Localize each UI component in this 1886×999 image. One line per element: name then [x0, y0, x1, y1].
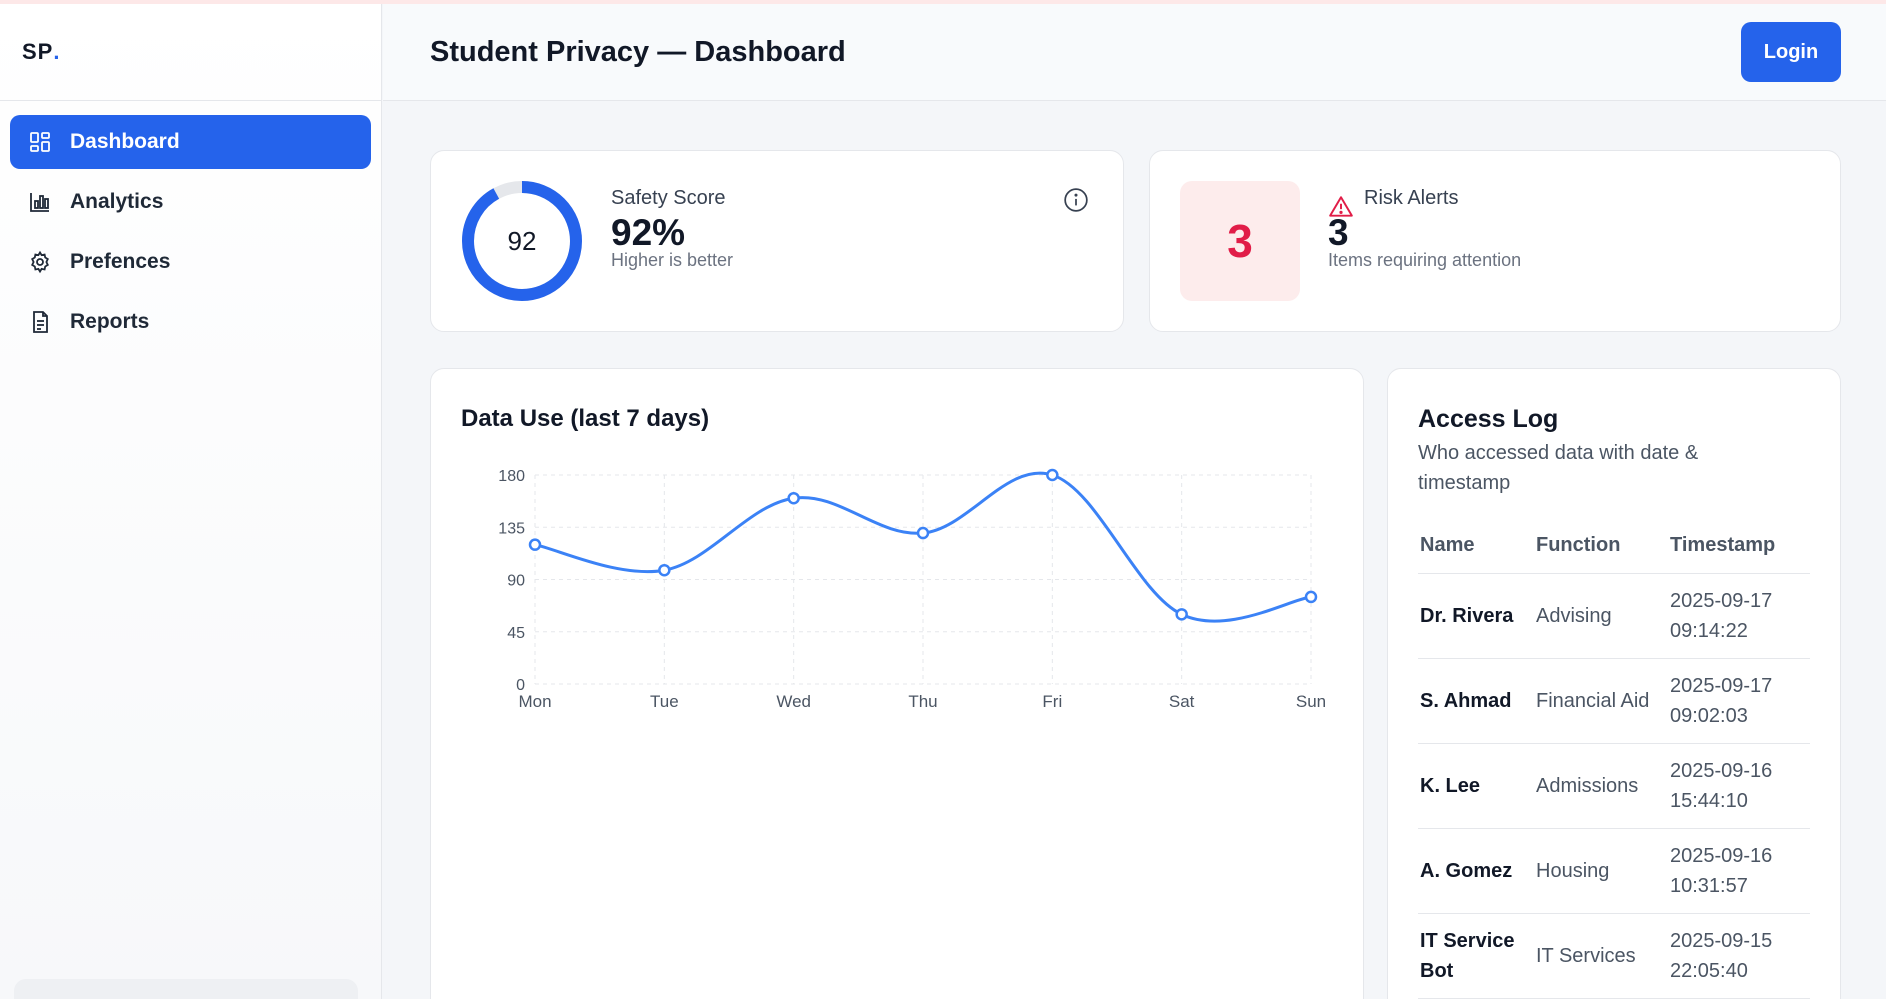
brand-logo[interactable]: SP.: [0, 4, 381, 101]
row-function: Financial Aid: [1534, 658, 1668, 744]
sidebar-item-label: Reports: [70, 310, 150, 333]
risk-alerts-count: 3: [1328, 212, 1349, 253]
brand-text: SP: [22, 39, 54, 64]
access-log-card: Access Log Who accessed data with date &…: [1387, 368, 1841, 999]
access-log-table: Name Function Timestamp Dr. Rivera Advis…: [1418, 519, 1810, 999]
safety-score-ring-value: 92: [507, 225, 537, 256]
row-function: Advising: [1534, 573, 1668, 659]
data-point: [658, 563, 671, 577]
page-header: Student Privacy — Dashboard Login: [383, 4, 1886, 101]
row-name: A. Gomez: [1418, 828, 1534, 914]
info-icon[interactable]: [1063, 187, 1089, 213]
access-log-subtitle: Who accessed data with date & timestamp: [1418, 442, 1699, 494]
x-tick-label: Sun: [1296, 692, 1326, 711]
sidebar-item-label: Prefences: [70, 250, 171, 273]
document-icon: [28, 310, 52, 334]
sidebar-nav: Dashboard Analytics Prefences Reports: [0, 101, 381, 349]
x-tick-label: Thu: [908, 692, 937, 711]
safety-score-percent: 92%: [611, 212, 686, 253]
row-name: Dr. Rivera: [1418, 573, 1534, 659]
data-point: [1175, 608, 1188, 621]
row-timestamp: 2025-09-17 09:14:22: [1668, 573, 1810, 659]
dashboard-grid-icon: [28, 130, 52, 154]
row-timestamp: 2025-09-16 10:31:57: [1668, 828, 1810, 914]
data-point: [1304, 590, 1318, 604]
page-title: Student Privacy — Dashboard: [430, 35, 846, 68]
row-name: S. Ahmad: [1418, 658, 1534, 744]
sidebar-footer: [14, 979, 358, 999]
brand-dot: .: [53, 39, 61, 64]
safety-score-card: 92 Safety Score 92% Higher is better: [430, 150, 1124, 332]
y-tick-label: 90: [507, 573, 525, 590]
x-tick-label: Mon: [518, 692, 551, 711]
table-row[interactable]: A. Gomez Housing 2025-09-16 10:31:57: [1418, 828, 1810, 914]
row-timestamp: 2025-09-16 15:44:10: [1668, 743, 1810, 829]
table-header-row: Name Function Timestamp: [1418, 519, 1810, 574]
row-function: Housing: [1534, 828, 1668, 914]
data-point: [787, 491, 800, 505]
y-tick-label: 180: [498, 468, 525, 485]
data-point: [916, 526, 930, 540]
row-function: IT Services: [1534, 913, 1668, 999]
sidebar-item-label: Dashboard: [70, 130, 180, 153]
row-name: K. Lee: [1418, 743, 1534, 829]
table-row[interactable]: Dr. Rivera Advising 2025-09-17 09:14:22: [1418, 573, 1810, 659]
row-name: IT Service Bot: [1418, 913, 1534, 999]
risk-alerts-label: Risk Alerts: [1364, 187, 1459, 209]
gear-icon: [28, 250, 52, 274]
sidebar: SP. Dashboard Analytics Prefences Report…: [0, 4, 382, 999]
row-timestamp: 2025-09-17 09:02:03: [1668, 658, 1810, 744]
risk-count-box: 3: [1180, 181, 1300, 301]
sidebar-item-reports[interactable]: Reports: [10, 295, 371, 349]
x-tick-label: Wed: [776, 692, 811, 711]
row-timestamp: 2025-09-15 22:05:40: [1668, 913, 1810, 999]
y-tick-label: 45: [507, 625, 525, 642]
column-header-function[interactable]: Function: [1534, 519, 1668, 574]
access-log-title: Access Log: [1418, 405, 1559, 433]
sidebar-item-analytics[interactable]: Analytics: [10, 175, 371, 229]
x-tick-label: Fri: [1042, 692, 1062, 711]
risk-alerts-card: 3 Risk Alerts 3 Items requiring attentio…: [1149, 150, 1841, 332]
safety-score-subtext: Higher is better: [611, 250, 734, 270]
data-use-chart-card: Data Use (last 7 days) 0 45 90 135 180 Mon Tue…: [430, 368, 1364, 999]
row-function: Admissions: [1534, 743, 1668, 829]
column-header-name[interactable]: Name: [1418, 519, 1534, 574]
x-tick-label: Tue: [650, 692, 679, 711]
data-point: [528, 538, 542, 551]
data-point: [1046, 468, 1059, 482]
column-header-timestamp[interactable]: Timestamp: [1668, 519, 1810, 574]
bar-chart-icon: [28, 190, 52, 214]
table-row[interactable]: K. Lee Admissions 2025-09-16 15:44:10: [1418, 743, 1810, 829]
safety-score-label: Safety Score: [611, 187, 726, 209]
sidebar-item-dashboard[interactable]: Dashboard: [10, 115, 371, 169]
table-row[interactable]: S. Ahmad Financial Aid 2025-09-17 09:02:…: [1418, 658, 1810, 744]
data-use-line-chart: 04590135180Mon Tue Wed Thu Fri Sat Sun: [498, 468, 1326, 711]
sidebar-item-preferences[interactable]: Prefences: [10, 235, 371, 289]
table-row[interactable]: IT Service Bot IT Services 2025-09-15 22…: [1418, 913, 1810, 999]
y-tick-label: 135: [498, 520, 525, 537]
login-button[interactable]: Login: [1741, 22, 1841, 82]
risk-alerts-subtext: Items requiring attention: [1328, 250, 1522, 270]
x-tick-label: Sat: [1169, 692, 1195, 711]
sidebar-item-label: Analytics: [70, 190, 164, 213]
